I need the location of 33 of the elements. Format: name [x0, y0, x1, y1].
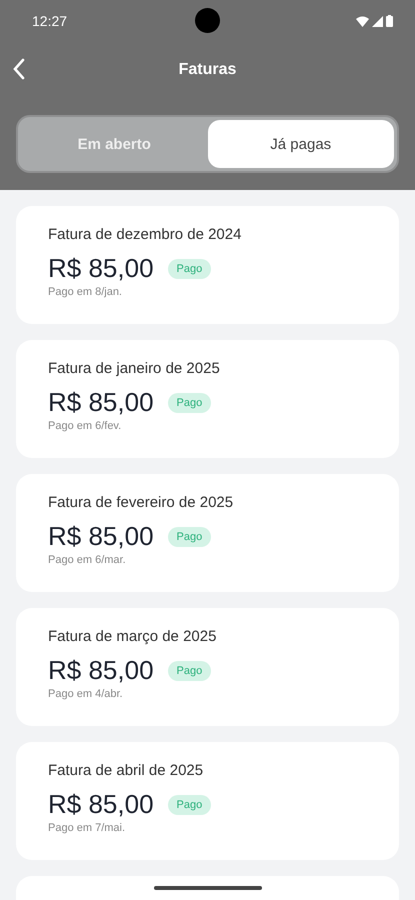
payment-date: Pago em 6/mar.: [48, 554, 127, 566]
status-badge: Pago: [168, 794, 212, 814]
invoice-card[interactable]: Fatura de fevereiro de 2025 R$ 85,00 Pago Pago em 6/mar.: [16, 474, 399, 592]
tab[interactable]: Já pagas: [208, 120, 394, 168]
invoice-title: Fatura de fevereiro de 2025: [48, 494, 234, 511]
wifi-icon: [356, 16, 369, 26]
invoice-card[interactable]: Fatura de dezembro de 2024 R$ 85,00 Pago Pago em 8/jan.: [16, 206, 399, 324]
invoice-title: Fatura de abril de 2025: [48, 762, 204, 779]
invoice-card[interactable]: Fatura de abril de 2025 R$ 85,00 Pago Pago em 7/mai.: [16, 742, 399, 860]
screen-title: Faturas: [178, 61, 236, 79]
payment-date: Pago em 8/jan.: [48, 286, 123, 298]
payment-date: Pago em 6/fev.: [48, 420, 122, 432]
invoice-amount: R$ 85,00: [48, 387, 154, 418]
invoice-title: Fatura de dezembro de 2024: [48, 226, 242, 243]
status-badge: Pago: [168, 392, 212, 412]
invoice-amount: R$ 85,00: [48, 655, 154, 686]
battery-icon: [386, 15, 393, 27]
status-time: 12:27: [32, 13, 68, 29]
camera-icon: [195, 8, 220, 33]
signal-icon: [372, 16, 383, 26]
status-badge: Pago: [168, 258, 212, 278]
invoice-card[interactable]: Fatura de março de 2025 R$ 85,00 Pago Pago em 4/abr.: [16, 608, 399, 726]
invoice-amount: R$ 85,00: [48, 253, 154, 284]
status-badge: Pago: [168, 660, 212, 680]
back-icon: [12, 58, 26, 80]
status-badge: Pago: [168, 526, 212, 546]
invoice-title: Fatura de janeiro de 2025: [48, 360, 221, 377]
invoice-card[interactable]: Fatura de janeiro de 2025 R$ 85,00 Pago Pago em 6/fev.: [16, 340, 399, 458]
payment-date: Pago em 7/mai.: [48, 822, 126, 834]
invoice-title: Fatura de março de 2025: [48, 628, 218, 645]
invoice-amount: R$ 85,00: [48, 521, 154, 552]
payment-date: Pago em 4/abr.: [48, 688, 124, 700]
invoice-amount: R$ 85,00: [48, 789, 154, 820]
